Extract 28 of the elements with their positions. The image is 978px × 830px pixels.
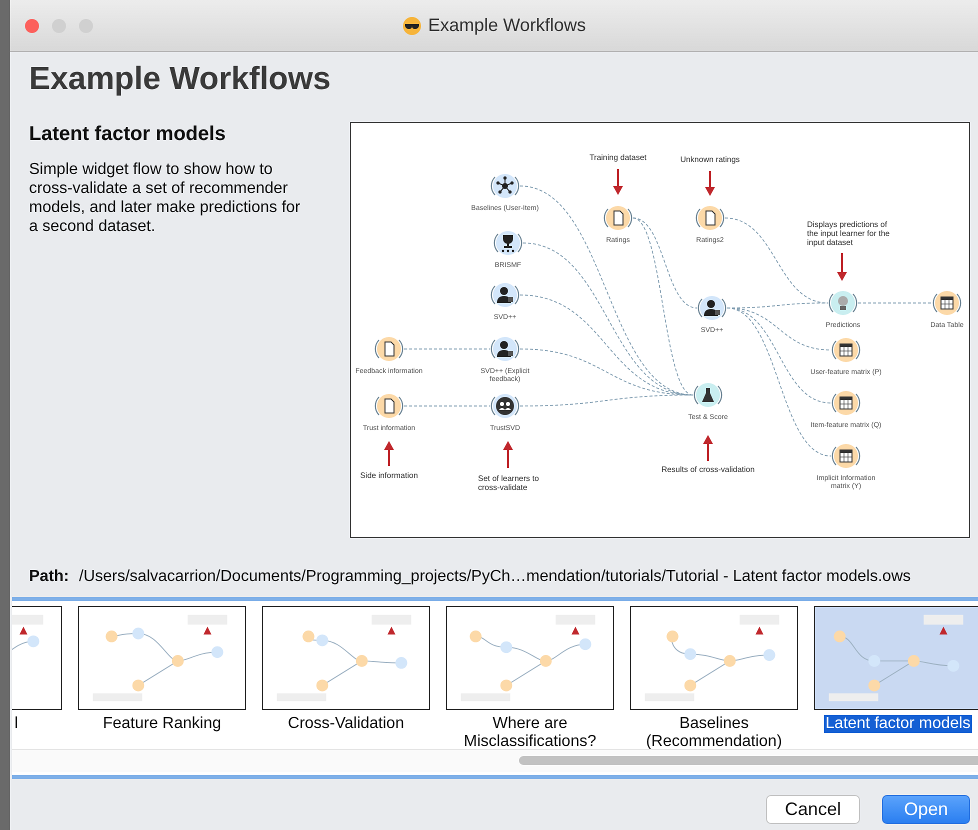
- cancel-button[interactable]: Cancel: [766, 795, 860, 824]
- annotation-text: Results of cross-validation: [660, 465, 756, 474]
- annotation-text: Side information: [359, 471, 419, 480]
- annotation-text: Training dataset: [588, 153, 648, 162]
- workflow-thumbnail-title[interactable]: Where are Misclassifications?: [446, 715, 614, 751]
- pointer-arrow: [384, 441, 394, 466]
- workflow-thumbnail-title[interactable]: l: [12, 715, 20, 733]
- pointer-arrow: [705, 171, 715, 196]
- close-button[interactable]: [25, 18, 39, 32]
- pointer-arrow: [613, 169, 623, 195]
- workflow-description: Simple widget flow to show how to cross-validate a set of recommender models, and later make predictions for a second dataset.: [29, 160, 302, 236]
- pointer-arrow: [503, 441, 513, 468]
- pointer-arrow: [837, 253, 847, 281]
- workflow-title: Latent factor models: [29, 122, 227, 146]
- workflow-thumbnail-title[interactable]: Latent factor models: [824, 715, 972, 733]
- path-label: Path:: [29, 568, 69, 586]
- pointer-arrow: [703, 435, 713, 461]
- window-title: Example Workflows: [428, 15, 586, 36]
- workflow-thumbnail-title[interactable]: Baselines (Recommendation): [630, 715, 798, 751]
- page-heading: Example Workflows: [29, 59, 332, 98]
- annotation-text: Displays predictions of the input learner for the input dataset: [807, 220, 891, 247]
- file-path: /Users/salvacarrion/Documents/Programming_projects/PyCh…mendation/tutorials/Tutorial - Latent factor models.ows: [79, 568, 911, 586]
- scrollbar-thumb[interactable]: [519, 756, 978, 765]
- annotation-text: Unknown ratings: [679, 155, 741, 164]
- workflow-thumbnail-title[interactable]: Feature Ranking: [100, 715, 224, 733]
- annotation-text: Set of learners to cross-validate: [478, 474, 540, 492]
- sunglasses-face-icon: [402, 16, 422, 36]
- workflow-thumbnail-title[interactable]: Cross-Validation: [286, 715, 406, 733]
